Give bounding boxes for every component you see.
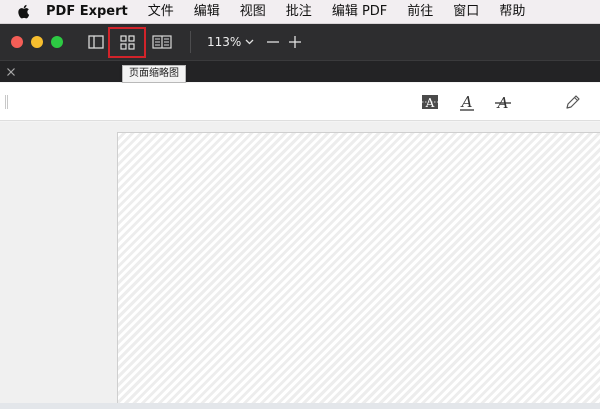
- close-window-button[interactable]: [11, 36, 23, 48]
- minus-icon: [267, 41, 279, 43]
- underline-text-icon: A: [460, 93, 474, 111]
- text-box-icon: A: [422, 95, 438, 110]
- document-viewport[interactable]: [0, 122, 600, 409]
- menu-bar: PDF Expert 文件 编辑 视图 批注 编辑 PDF 前往 窗口 帮助: [0, 0, 600, 24]
- window-toolbar: 113%: [0, 24, 600, 60]
- text-box-button[interactable]: A: [420, 92, 440, 112]
- menu-help[interactable]: 帮助: [499, 0, 525, 24]
- sidebar-icon: [88, 35, 104, 49]
- menu-edit[interactable]: 编辑: [194, 0, 220, 24]
- zoom-in-button[interactable]: [286, 32, 304, 52]
- menu-edit-pdf[interactable]: 编辑 PDF: [332, 0, 387, 24]
- menu-go[interactable]: 前往: [407, 0, 433, 24]
- menu-view[interactable]: 视图: [240, 0, 266, 24]
- plus-icon: [289, 36, 301, 48]
- zoom-dropdown[interactable]: 113%: [207, 33, 254, 51]
- pen-icon: [566, 95, 580, 109]
- pen-button[interactable]: [563, 92, 583, 112]
- zoom-out-button[interactable]: [264, 32, 282, 52]
- fullscreen-window-button[interactable]: [51, 36, 63, 48]
- reading-mode-icon: [152, 35, 172, 49]
- sidebar-toggle-button[interactable]: [86, 32, 106, 52]
- thumbnails-tooltip: 页面缩略图: [122, 65, 186, 83]
- strikethrough-text-icon: A: [495, 94, 511, 111]
- page-thumbnails-button[interactable]: [108, 27, 146, 58]
- zoom-value: 113%: [207, 35, 242, 49]
- minimize-window-button[interactable]: [31, 36, 43, 48]
- chevron-down-icon: [245, 39, 254, 45]
- pdf-page[interactable]: [117, 132, 600, 409]
- apple-logo-icon[interactable]: [0, 0, 46, 24]
- page-thumbnails-icon: [119, 35, 135, 50]
- menu-window[interactable]: 窗口: [453, 0, 479, 24]
- svg-text:A: A: [425, 96, 435, 110]
- menu-app-name[interactable]: PDF Expert: [46, 0, 128, 24]
- toolbar-grip-handle[interactable]: [5, 95, 8, 109]
- strikethrough-text-button[interactable]: A: [493, 92, 513, 112]
- toolbar-divider: [190, 31, 191, 53]
- close-icon[interactable]: [4, 65, 18, 79]
- underline-text-button[interactable]: A: [457, 92, 477, 112]
- reading-mode-button[interactable]: [151, 32, 173, 52]
- tab-strip: [0, 60, 600, 82]
- menu-annotate[interactable]: 批注: [286, 0, 312, 24]
- annotation-toolbar: A A A: [0, 83, 600, 121]
- svg-text:A: A: [460, 93, 473, 111]
- menu-file[interactable]: 文件: [148, 0, 174, 24]
- bottom-strip: [0, 403, 600, 409]
